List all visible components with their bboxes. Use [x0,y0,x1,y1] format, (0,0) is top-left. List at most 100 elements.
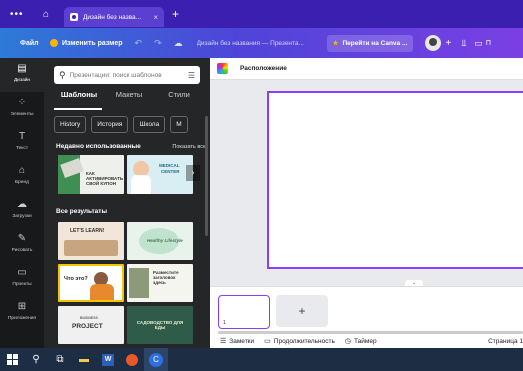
chip-history-en[interactable]: History [54,116,87,133]
template-search-box[interactable]: ⚲ ☰ [54,66,200,84]
scroll-next-icon[interactable]: › [186,165,200,181]
search-icon: ⚲ [59,69,66,80]
category-chips: History История Школа М [54,116,193,133]
color-picker-icon[interactable] [217,63,228,74]
upgrade-button[interactable]: ★ Перейти на Canva ... [326,34,414,52]
insights-chart-icon[interactable]: ⫫ [461,38,466,49]
shapes-icon: ⁘ [17,97,27,108]
rail-label: Дизайн [13,78,31,83]
active-tab-indicator [54,108,102,110]
undo-icon[interactable]: ↶ [135,38,143,49]
page-thumbnail[interactable]: 1 [218,295,270,329]
upgrade-label: Перейти на Canva ... [342,39,408,47]
template-text: PROJECT [72,323,103,330]
home-icon[interactable]: ⌂ [36,9,56,20]
add-member-button[interactable]: + [445,38,451,49]
duration-button[interactable]: ▭ Продолжительность [264,337,335,346]
text-icon: T [18,131,26,142]
avatar[interactable] [425,35,442,51]
rail-label: Элементы [10,112,34,117]
template-search-input[interactable] [69,71,180,79]
rail-item-draw[interactable]: ✎ Рисовать [0,228,44,262]
apps-icon: ⊞ [17,301,27,312]
template-text: BUSINESS [80,316,98,320]
tab-templates[interactable]: Шаблоны [54,90,104,106]
template-thumb-coupon[interactable]: КАК АКТИВИРОВАТЬ СВОЙ КУПОН [58,155,124,194]
notes-button[interactable]: ☰ Заметки [220,337,254,346]
rail-label: Бренд [15,180,29,185]
template-text: MEDICAL [159,163,180,168]
filter-icon[interactable]: ☰ [188,71,195,80]
tab-styles[interactable]: Стили [154,90,204,106]
cloud-save-icon[interactable]: ☁ [174,38,183,49]
template-text: Что это? [64,276,88,282]
app-header: Файл Изменить размер ↶ ↷ ☁ Дизайн без на… [0,28,523,58]
word-app-button[interactable]: W [96,348,120,371]
rail-label: Загрузки [12,214,32,219]
template-text: LET'S LEARN! [70,228,105,234]
recent-heading: Недавно использованные [56,143,141,150]
upload-icon: ☁ [17,199,27,210]
file-menu-button[interactable]: Файл [20,40,50,47]
star-icon: ★ [332,40,339,47]
resize-button[interactable]: Изменить размер [50,39,123,47]
browser-menu-icon[interactable]: ••• [10,9,36,20]
template-thumb-healthy[interactable]: Healthy Lifestyle [127,222,193,260]
panel-scrollbar[interactable] [205,116,208,236]
duration-label: Продолжительность [273,337,335,345]
template-thumb-lets-learn[interactable]: LET'S LEARN! [58,222,124,260]
new-tab-button[interactable]: + [172,7,179,21]
editor-toolbar: Расположение [210,58,523,80]
app-icon [126,353,138,366]
app-button[interactable] [120,348,144,371]
template-thumb-gardening[interactable]: САДОВОДСТВО ДЛЯ ЕДЫ [127,306,193,344]
rail-item-text[interactable]: T Текст [0,126,44,160]
template-thumb-what-is[interactable]: Что это? [58,264,124,302]
rail-item-projects[interactable]: ▭ Проекты [0,262,44,296]
rail-item-brand[interactable]: ⌂ Бренд [0,160,44,194]
chip-more[interactable]: М [170,116,188,133]
rail-item-apps[interactable]: ⊞ Приложения [0,296,44,330]
rail-item-uploads[interactable]: ☁ Загрузки [0,194,44,228]
template-thumb-business[interactable]: BUSINESS PROJECT [58,306,124,344]
tab-close-icon[interactable]: × [153,13,158,22]
notes-icon: ☰ [220,338,227,345]
template-text: САДОВОДСТВО ДЛЯ ЕДЫ [136,320,184,330]
document-title[interactable]: Дизайн без названия — Презента... [197,40,319,47]
browser-tab[interactable]: Дизайн без назва... × [64,7,164,27]
folder-icon: ▭ [17,267,27,278]
chip-history-ru[interactable]: История [91,116,129,133]
browser-app-button[interactable]: C [144,348,168,371]
rail-label: Приложения [7,316,37,321]
windows-start-button[interactable] [0,348,24,371]
redo-icon[interactable]: ↷ [154,38,162,49]
search-icon[interactable]: ⚲ [24,348,48,371]
timer-button[interactable]: ◷ Таймер [345,337,377,346]
tab-layouts[interactable]: Макеты [104,90,154,106]
chip-school[interactable]: Школа [133,116,166,133]
panel-tabs: Шаблоны Макеты Стили [54,90,204,106]
present-icon[interactable]: ▭ [474,38,483,49]
show-all-link[interactable]: Показать все [172,144,206,150]
word-icon: W [102,353,114,366]
layout-icon: ▤ [17,63,27,74]
template-text: Healthy Lifestyle [147,238,183,243]
rail-item-elements[interactable]: ⁘ Элементы [0,92,44,126]
present-label[interactable]: П [486,40,491,47]
template-thumb-heading[interactable]: Разместите заголовок здесь [127,264,193,302]
canva-favicon-icon [70,13,78,21]
file-explorer-icon[interactable]: ▬ [72,348,96,371]
page-indicator[interactable]: Страница 1 [488,338,523,345]
browser-icon: C [149,352,163,367]
windows-logo-icon [6,354,18,365]
template-text: CENTER [161,169,180,174]
template-thumb-medical[interactable]: MEDICAL CENTER [127,155,193,194]
add-page-button[interactable]: + [276,295,328,327]
rail-label: Проекты [12,282,32,287]
position-button[interactable]: Расположение [240,65,287,72]
rail-item-design[interactable]: ▤ Дизайн [0,58,44,92]
task-view-icon[interactable]: ⧉ [48,348,72,371]
slide-canvas[interactable] [267,91,523,269]
crown-icon [50,39,58,47]
browser-tab-strip: ••• ⌂ Дизайн без назва... × + [0,0,523,28]
